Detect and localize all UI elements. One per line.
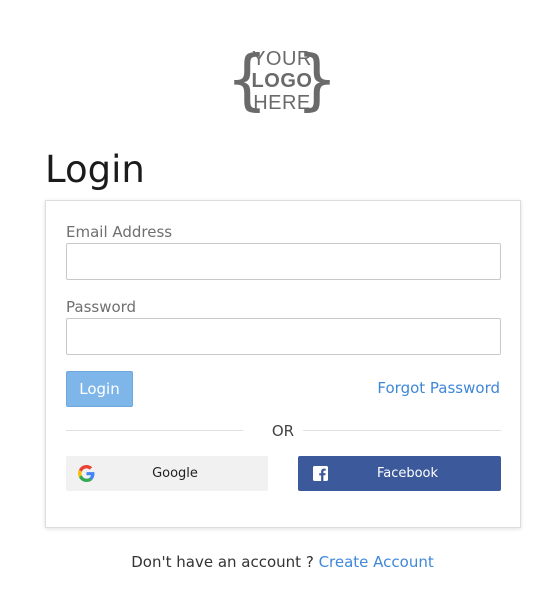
email-field[interactable] [66, 243, 501, 280]
or-separator: OR [271, 422, 295, 440]
brand-logo: { YOUR LOGO HERE } [226, 41, 338, 121]
facebook-login-button[interactable]: Facebook [298, 456, 501, 491]
google-icon [78, 465, 95, 482]
google-button-label: Google [152, 466, 198, 481]
facebook-button-label: Facebook [376, 466, 439, 481]
facebook-icon [313, 466, 328, 481]
password-field[interactable] [66, 318, 501, 355]
login-button[interactable]: Login [66, 371, 133, 407]
forgot-password-link[interactable]: Forgot Password [377, 379, 500, 397]
logo-brace-right: } [296, 41, 338, 118]
google-login-button[interactable]: Google [66, 456, 268, 491]
divider-left [66, 430, 243, 431]
login-card: Email Address Password Login Forgot Pass… [45, 200, 521, 528]
create-account-link[interactable]: Create Account [319, 553, 434, 571]
signup-prompt: Don't have an account ? Create Account [0, 552, 560, 572]
email-label: Email Address [66, 223, 173, 241]
page-title: Login [45, 148, 145, 191]
divider-right [303, 430, 501, 431]
signup-prompt-text: Don't have an account ? [131, 553, 319, 571]
password-label: Password [66, 298, 137, 316]
